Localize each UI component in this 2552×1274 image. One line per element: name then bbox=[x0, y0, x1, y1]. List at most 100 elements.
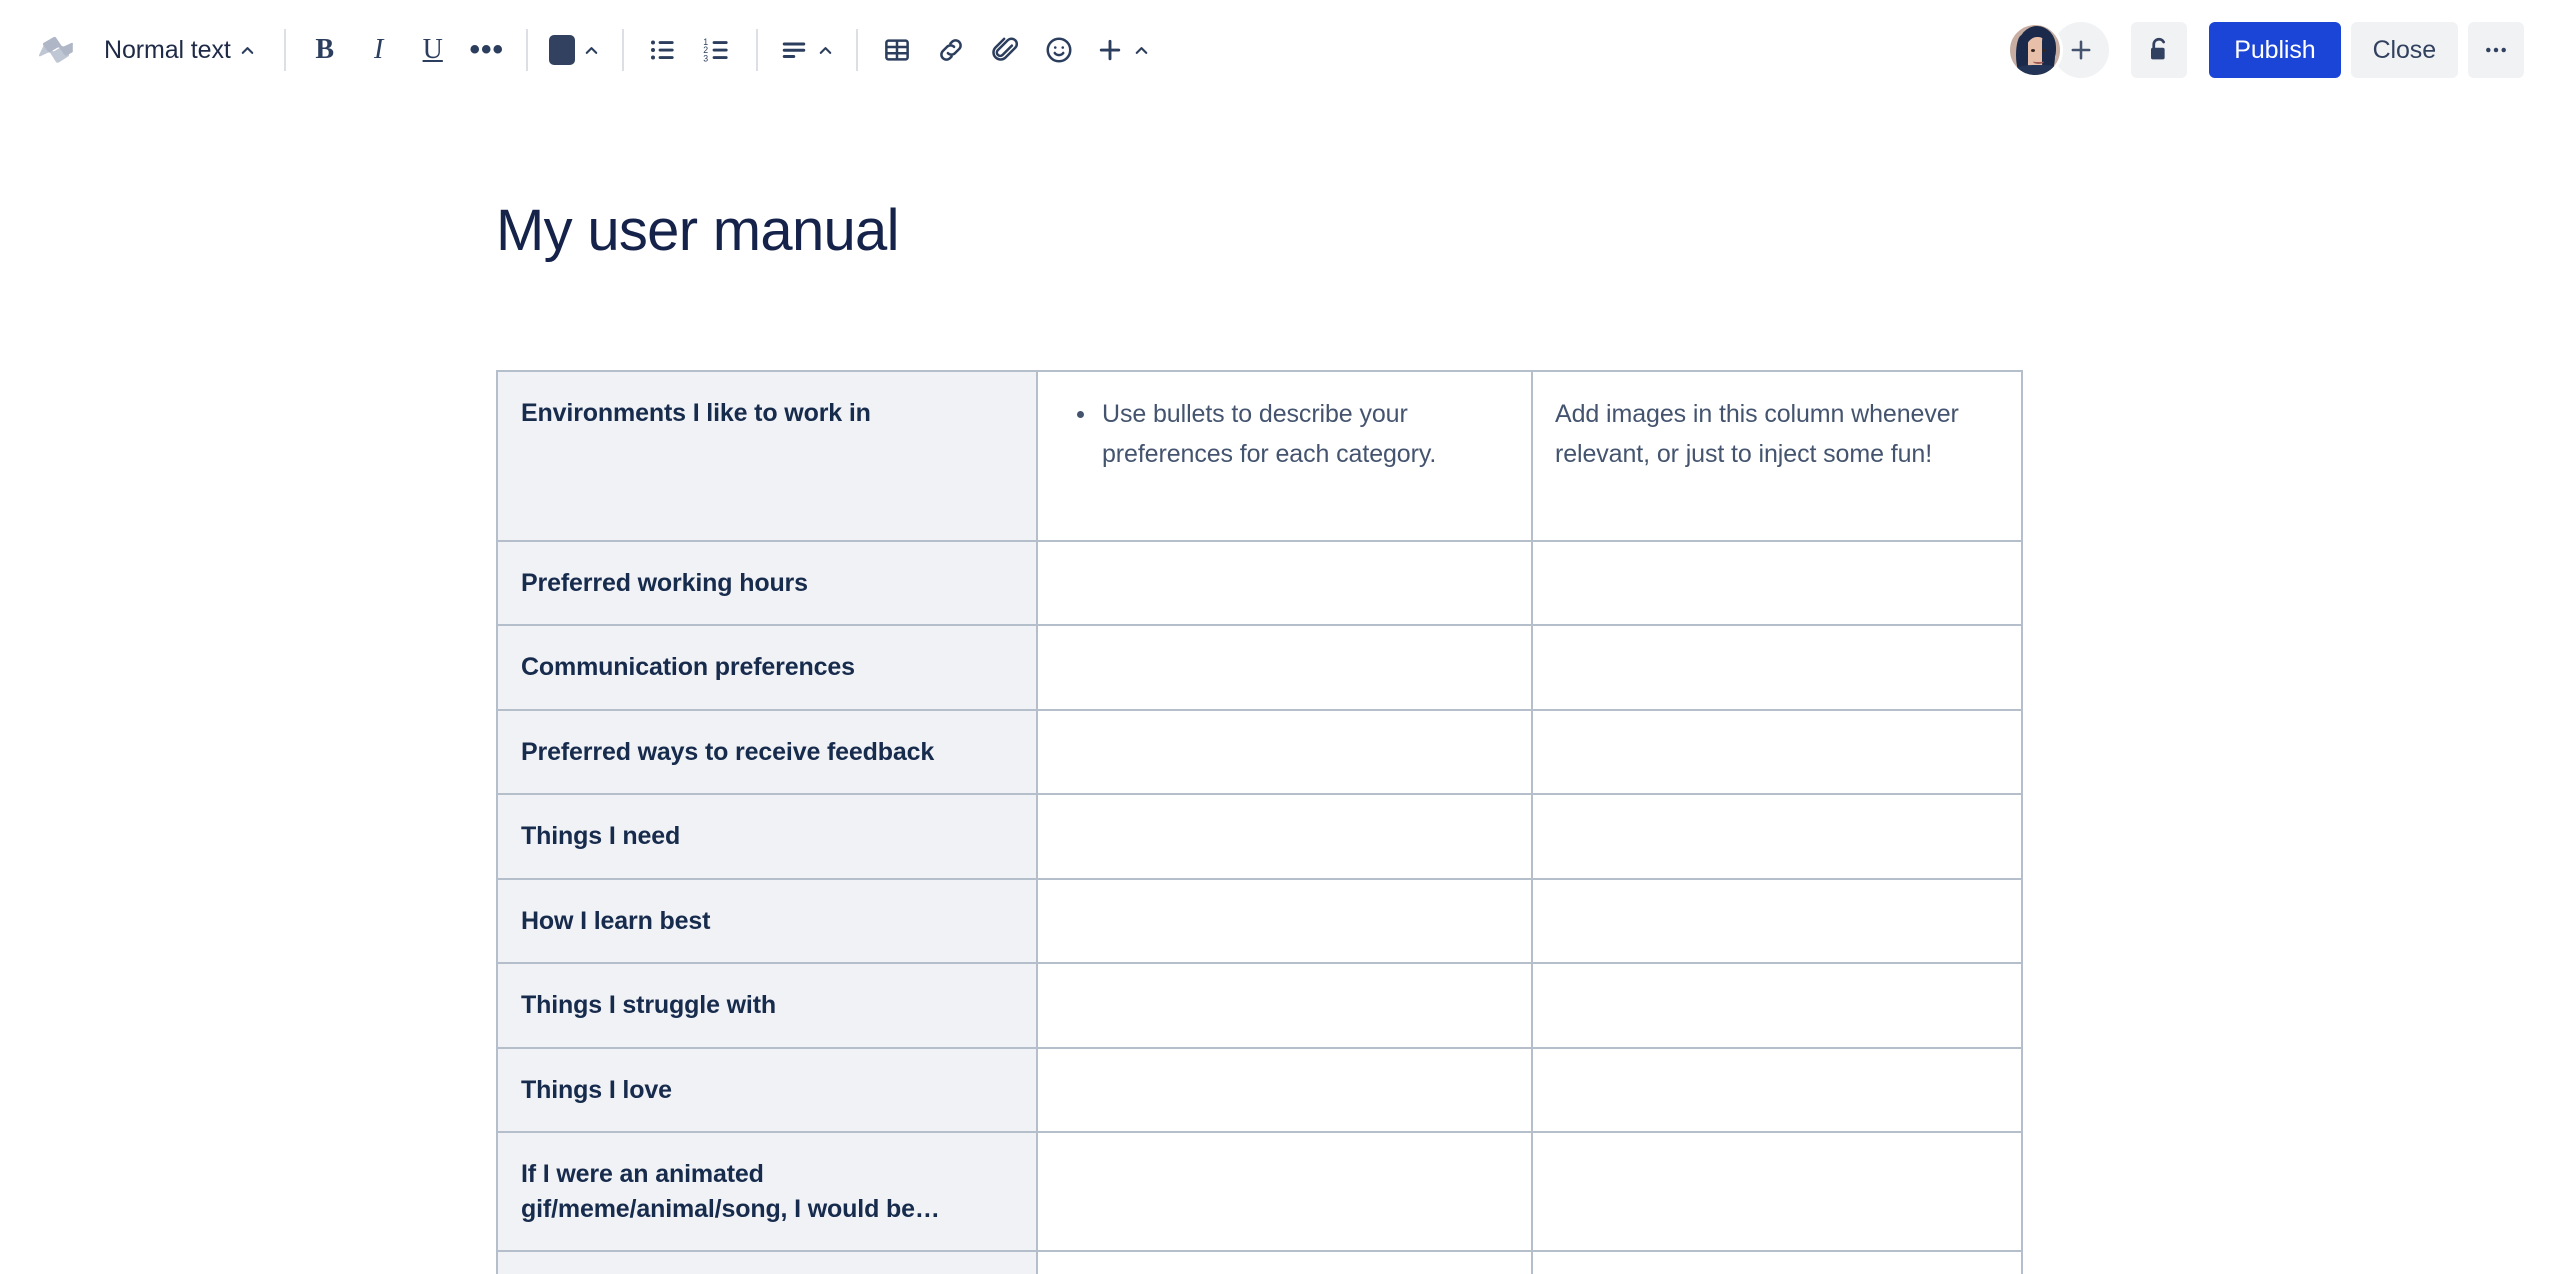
toolbar-divider bbox=[621, 29, 624, 71]
collaborators-group bbox=[2007, 22, 2110, 78]
page-title[interactable]: My user manual bbox=[496, 198, 2056, 265]
table-row[interactable] bbox=[496, 1250, 2023, 1274]
link-icon bbox=[939, 39, 962, 61]
user-manual-table-wrapper: Environments I like to work in Use bullet… bbox=[496, 369, 2056, 1274]
text-color-icon bbox=[548, 35, 575, 65]
avatar-body bbox=[2014, 65, 2061, 75]
table-cell-notes[interactable] bbox=[1036, 539, 1533, 627]
table-cell-category[interactable]: Communication preferences bbox=[496, 624, 1038, 711]
chevron-up-icon bbox=[819, 46, 831, 54]
user-manual-table[interactable]: Environments I like to work in Use bullet… bbox=[496, 369, 2023, 1274]
editor-toolbar: Normal text B I U ••• 1 2 3 Publish Clos… bbox=[0, 0, 2552, 100]
table-cell-notes[interactable] bbox=[1036, 1046, 1533, 1134]
numbered-list-icon: 1 2 3 bbox=[703, 37, 728, 63]
chevron-up-icon bbox=[241, 46, 253, 54]
table-cell-notes[interactable] bbox=[1036, 1250, 1533, 1274]
toolbar-group-text-color bbox=[541, 24, 609, 76]
toolbar-divider bbox=[283, 29, 286, 71]
toolbar-divider bbox=[525, 29, 528, 71]
notes-bullet-list: Use bullets to describe your preferences… bbox=[1060, 394, 1509, 475]
table-cell-images[interactable] bbox=[1531, 708, 2023, 796]
table-cell-category[interactable]: Environments I like to work in bbox=[496, 369, 1038, 542]
table-icon bbox=[884, 39, 909, 61]
notes-bullet-item: Use bullets to describe your preferences… bbox=[1098, 394, 1509, 475]
avatar[interactable] bbox=[2007, 22, 2064, 78]
table-cell-images[interactable] bbox=[1531, 1250, 2023, 1274]
emoji-button[interactable] bbox=[1033, 24, 1085, 76]
table-cell-images[interactable] bbox=[1531, 539, 2023, 627]
table-cell-notes[interactable] bbox=[1036, 877, 1533, 965]
bullet-list-button[interactable] bbox=[637, 24, 689, 76]
images-cell-text: Add images in this column whenever relev… bbox=[1555, 399, 1959, 469]
toolbar-group-formatting: B I U ••• bbox=[299, 24, 513, 76]
plus-icon bbox=[2071, 40, 2091, 60]
more-formatting-icon: ••• bbox=[469, 33, 504, 66]
table-cell-images[interactable] bbox=[1531, 877, 2023, 965]
toolbar-group-lists: 1 2 3 bbox=[637, 24, 743, 76]
table-row[interactable]: Preferred working hours bbox=[496, 539, 2023, 627]
table-cell-category[interactable]: Things I need bbox=[496, 793, 1038, 880]
text-align-button[interactable] bbox=[771, 24, 843, 76]
table-cell-category[interactable]: Preferred working hours bbox=[496, 539, 1038, 627]
document-content: My user manual Environments I like to wo… bbox=[496, 100, 2056, 1274]
underline-icon: U bbox=[422, 34, 443, 65]
table-row[interactable]: Preferred ways to receive feedback bbox=[496, 708, 2023, 796]
table-row[interactable]: Things I need bbox=[496, 793, 2023, 880]
table-cell-notes[interactable] bbox=[1036, 624, 1533, 711]
table-cell-images[interactable] bbox=[1531, 793, 2023, 880]
bold-icon: B bbox=[315, 34, 335, 65]
toolbar-divider bbox=[855, 29, 858, 71]
table-cell-category[interactable]: If I were an animated gif/meme/animal/so… bbox=[496, 1131, 1038, 1253]
table-cell-images[interactable] bbox=[1531, 962, 2023, 1049]
close-button[interactable]: Close bbox=[2350, 22, 2458, 78]
underline-button[interactable]: U bbox=[407, 24, 459, 76]
restrictions-button[interactable] bbox=[2131, 22, 2188, 78]
insert-link-button[interactable] bbox=[925, 24, 977, 76]
table-cell-images[interactable] bbox=[1531, 624, 2023, 711]
header-actions: Publish Close bbox=[2007, 22, 2524, 78]
attachment-button[interactable] bbox=[979, 24, 1031, 76]
toolbar-group-align bbox=[771, 24, 843, 76]
document-scroll-area[interactable]: My user manual Environments I like to wo… bbox=[0, 100, 2552, 1274]
insert-table-button[interactable] bbox=[871, 24, 923, 76]
unlock-icon bbox=[2151, 37, 2166, 60]
svg-text:3: 3 bbox=[703, 53, 708, 63]
table-cell-category[interactable]: Things I struggle with bbox=[496, 962, 1038, 1049]
table-row[interactable]: Communication preferences bbox=[496, 624, 2023, 711]
table-cell-category[interactable] bbox=[496, 1250, 1038, 1274]
insert-more-button[interactable] bbox=[1087, 24, 1159, 76]
bullet-list-icon bbox=[650, 40, 674, 60]
table-cell-category[interactable]: Things I love bbox=[496, 1046, 1038, 1134]
more-formatting-button[interactable]: ••• bbox=[461, 24, 513, 76]
table-row[interactable]: If I were an animated gif/meme/animal/so… bbox=[496, 1131, 2023, 1253]
table-row[interactable]: Things I struggle with bbox=[496, 962, 2023, 1049]
table-cell-images[interactable] bbox=[1531, 1046, 2023, 1134]
publish-button[interactable]: Publish bbox=[2209, 22, 2341, 78]
toolbar-group-insert bbox=[871, 24, 1159, 76]
toolbar-divider bbox=[755, 29, 758, 71]
table-cell-notes[interactable] bbox=[1036, 793, 1533, 880]
table-row[interactable]: How I learn best bbox=[496, 877, 2023, 965]
table-cell-category[interactable]: How I learn best bbox=[496, 877, 1038, 965]
italic-button[interactable]: I bbox=[353, 24, 405, 76]
bold-button[interactable]: B bbox=[299, 24, 351, 76]
more-options-icon bbox=[2486, 47, 2506, 53]
numbered-list-button[interactable]: 1 2 3 bbox=[691, 24, 743, 76]
table-cell-notes[interactable] bbox=[1036, 962, 1533, 1049]
table-cell-notes[interactable] bbox=[1036, 708, 1533, 796]
table-row[interactable]: Environments I like to work in Use bullet… bbox=[496, 369, 2023, 542]
table-cell-notes[interactable] bbox=[1036, 1131, 1533, 1253]
table-cell-images[interactable]: Add images in this column whenever relev… bbox=[1531, 369, 2023, 542]
table-body: Environments I like to work in Use bullet… bbox=[496, 369, 2023, 1274]
text-color-button[interactable] bbox=[541, 24, 609, 76]
table-cell-category[interactable]: Preferred ways to receive feedback bbox=[496, 708, 1038, 796]
confluence-logo-icon[interactable] bbox=[24, 18, 88, 82]
table-row[interactable]: Things I love bbox=[496, 1046, 2023, 1134]
table-cell-images[interactable] bbox=[1531, 1131, 2023, 1253]
italic-icon: I bbox=[374, 34, 384, 65]
text-style-label: Normal text bbox=[104, 35, 231, 64]
emoji-smiley-icon bbox=[1046, 37, 1072, 63]
table-cell-notes[interactable]: Use bullets to describe your preferences… bbox=[1036, 369, 1533, 542]
more-options-button[interactable] bbox=[2468, 22, 2524, 78]
text-style-dropdown[interactable]: Normal text bbox=[88, 24, 271, 76]
